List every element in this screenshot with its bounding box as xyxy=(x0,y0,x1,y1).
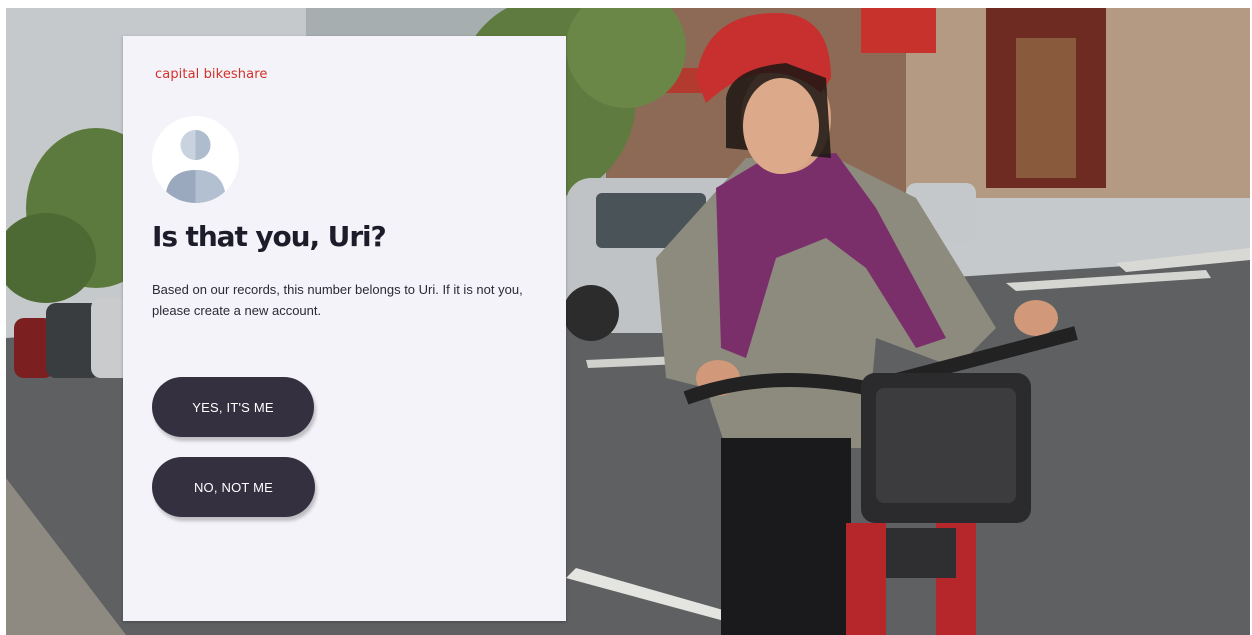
description-text: Based on our records, this number belong… xyxy=(152,282,523,318)
identity-confirmation-card: capital bikeshare Is that you, Uri? Base… xyxy=(123,36,566,621)
no-not-me-button[interactable]: NO, NOT ME xyxy=(152,457,315,517)
page-title: Is that you, Uri? xyxy=(152,220,387,253)
yes-its-me-button[interactable]: YES, IT'S ME xyxy=(152,377,314,437)
user-avatar-icon xyxy=(152,116,239,203)
login-screen: capital bikeshare Is that you, Uri? Base… xyxy=(0,0,1252,635)
brand-logo: capital bikeshare xyxy=(155,67,268,82)
